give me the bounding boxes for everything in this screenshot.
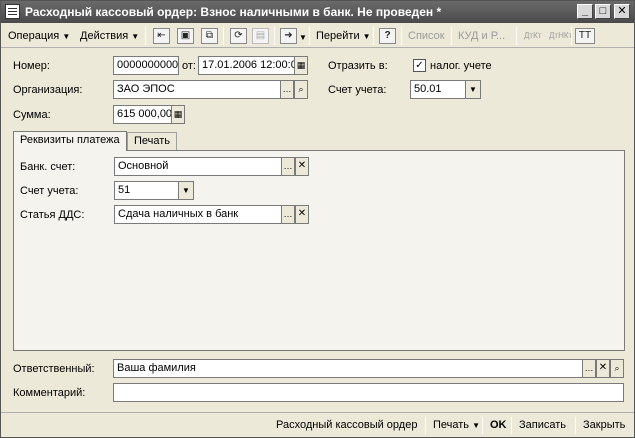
enter-based-on-icon[interactable]: ➜ bbox=[280, 28, 297, 44]
responsible-label: Ответственный: bbox=[13, 363, 95, 375]
operation-menu[interactable]: Операция ▼ bbox=[5, 26, 73, 46]
goto-menu[interactable]: Перейти ▼ bbox=[313, 26, 374, 46]
responsible-field[interactable]: Ваша фамилия bbox=[113, 359, 583, 378]
date-from-label: от: bbox=[182, 60, 196, 72]
copy-document-icon[interactable]: ⧉ bbox=[201, 28, 218, 44]
payment-details-panel: Банк. счет: Основной … ✕ Счет учета: 51 … bbox=[13, 150, 625, 351]
clear-icon[interactable]: ✕ bbox=[295, 205, 309, 224]
select-bank-account-button[interactable]: … bbox=[281, 157, 295, 176]
select-responsible-button[interactable]: … bbox=[582, 359, 596, 378]
kud-button[interactable]: КУД и Р... bbox=[455, 26, 508, 46]
save-button[interactable]: Записать bbox=[515, 416, 570, 435]
goto-menu-label: Перейти bbox=[316, 30, 360, 42]
tax-accounting-label: налог. учете bbox=[430, 60, 492, 72]
delete-icon: ▤ bbox=[252, 28, 269, 44]
document-icon bbox=[5, 4, 20, 19]
calendar-icon[interactable]: ▦ bbox=[294, 56, 308, 75]
tab-print[interactable]: Печать bbox=[127, 132, 178, 151]
select-cash-flow-item-button[interactable]: … bbox=[281, 205, 295, 224]
tab-payment-details[interactable]: Реквизиты платежа bbox=[13, 131, 127, 151]
search-icon[interactable]: ⌕ bbox=[294, 80, 308, 99]
toolbar: Операция ▼ Действия ▼ ⇤ ▣ ⧉ ⟳ ▤ ➜ ▼ Пере… bbox=[1, 24, 634, 48]
calculator-icon[interactable]: ▦ bbox=[171, 105, 185, 124]
bottom-separator bbox=[511, 417, 512, 434]
ok-button[interactable]: OK bbox=[486, 416, 511, 435]
chevron-down-icon[interactable]: ▼ bbox=[465, 80, 481, 99]
toolbar-separator bbox=[274, 27, 275, 45]
comment-field[interactable] bbox=[113, 383, 624, 402]
window-title: Расходный кассовый ордер: Взнос наличным… bbox=[25, 5, 442, 19]
toolbar-separator bbox=[145, 27, 146, 45]
cash-account-label: Счет учета: bbox=[328, 84, 387, 96]
payment-account-label: Счет учета: bbox=[20, 185, 79, 197]
bank-account-field[interactable]: Основной bbox=[114, 157, 282, 176]
post-document-icon[interactable]: ⇤ bbox=[153, 28, 170, 44]
tt-button[interactable]: ТТ bbox=[575, 28, 595, 44]
help-icon[interactable]: ? bbox=[379, 28, 396, 44]
toolbar-separator bbox=[373, 27, 374, 45]
number-field[interactable]: 0000000000 bbox=[113, 56, 179, 75]
chevron-down-icon: ▼ bbox=[472, 421, 481, 430]
toolbar-separator bbox=[223, 27, 224, 45]
close-window-button[interactable]: ✕ bbox=[614, 4, 630, 19]
search-icon[interactable]: ⌕ bbox=[610, 359, 624, 378]
reflect-in-label: Отразить в: bbox=[328, 60, 388, 72]
close-button[interactable]: Закрыть bbox=[579, 416, 629, 435]
select-organization-button[interactable]: … bbox=[280, 80, 294, 99]
comment-label: Комментарий: bbox=[13, 387, 86, 399]
cash-account-field[interactable]: 50.01 bbox=[410, 80, 466, 99]
toolbar-separator bbox=[451, 27, 452, 45]
title-bar[interactable]: Расходный кассовый ордер: Взнос наличным… bbox=[1, 1, 634, 23]
sum-label: Сумма: bbox=[13, 109, 51, 121]
cash-flow-item-field[interactable]: Сдача наличных в банк bbox=[114, 205, 282, 224]
minimize-button[interactable]: _ bbox=[577, 4, 593, 19]
print-menu-label: Печать bbox=[433, 419, 470, 431]
organization-field[interactable]: ЗАО ЭПОС bbox=[113, 80, 281, 99]
bottom-separator bbox=[482, 417, 483, 434]
bottom-separator bbox=[575, 417, 576, 434]
toolbar-separator bbox=[401, 27, 402, 45]
dt-kt-button[interactable]: ДтКт bbox=[521, 26, 544, 46]
unpost-document-icon[interactable]: ▣ bbox=[177, 28, 194, 44]
toolbar-separator bbox=[309, 27, 310, 45]
chevron-down-icon[interactable]: ▼ bbox=[299, 33, 307, 42]
sum-field[interactable]: 615 000,00 bbox=[113, 105, 172, 124]
operation-menu-label: Операция bbox=[8, 30, 60, 42]
clear-icon[interactable]: ✕ bbox=[596, 359, 610, 378]
date-field[interactable]: 17.01.2006 12:00:00 bbox=[198, 56, 295, 75]
cash-flow-item-label: Статья ДДС: bbox=[20, 209, 85, 221]
chevron-down-icon: ▼ bbox=[62, 32, 71, 41]
refresh-icon[interactable]: ⟳ bbox=[230, 28, 247, 44]
chevron-down-icon: ▼ bbox=[131, 32, 140, 41]
tax-accounting-checkbox[interactable]: ✓ bbox=[413, 59, 426, 72]
maximize-button[interactable]: □ bbox=[595, 4, 611, 19]
doc-type-button[interactable]: Расходный кассовый ордер bbox=[272, 416, 421, 435]
toolbar-separator bbox=[516, 27, 517, 45]
actions-menu[interactable]: Действия ▼ bbox=[77, 26, 142, 46]
chevron-down-icon: ▼ bbox=[362, 32, 371, 41]
number-label: Номер: bbox=[13, 60, 50, 72]
list-button[interactable]: Список bbox=[405, 26, 448, 46]
clear-icon[interactable]: ✕ bbox=[295, 157, 309, 176]
print-menu[interactable]: Печать ▼ bbox=[429, 416, 484, 435]
bottom-separator bbox=[425, 417, 426, 434]
document-window: Расходный кассовый ордер: Взнос наличным… bbox=[0, 0, 635, 438]
toolbar-separator bbox=[571, 27, 572, 45]
actions-menu-label: Действия bbox=[80, 30, 129, 42]
chevron-down-icon[interactable]: ▼ bbox=[178, 181, 194, 200]
bottom-bar: Расходный кассовый ордер Печать ▼ OK Зап… bbox=[1, 412, 634, 437]
payment-account-field[interactable]: 51 bbox=[114, 181, 179, 200]
bank-account-label: Банк. счет: bbox=[20, 161, 76, 173]
organization-label: Организация: bbox=[13, 84, 83, 96]
